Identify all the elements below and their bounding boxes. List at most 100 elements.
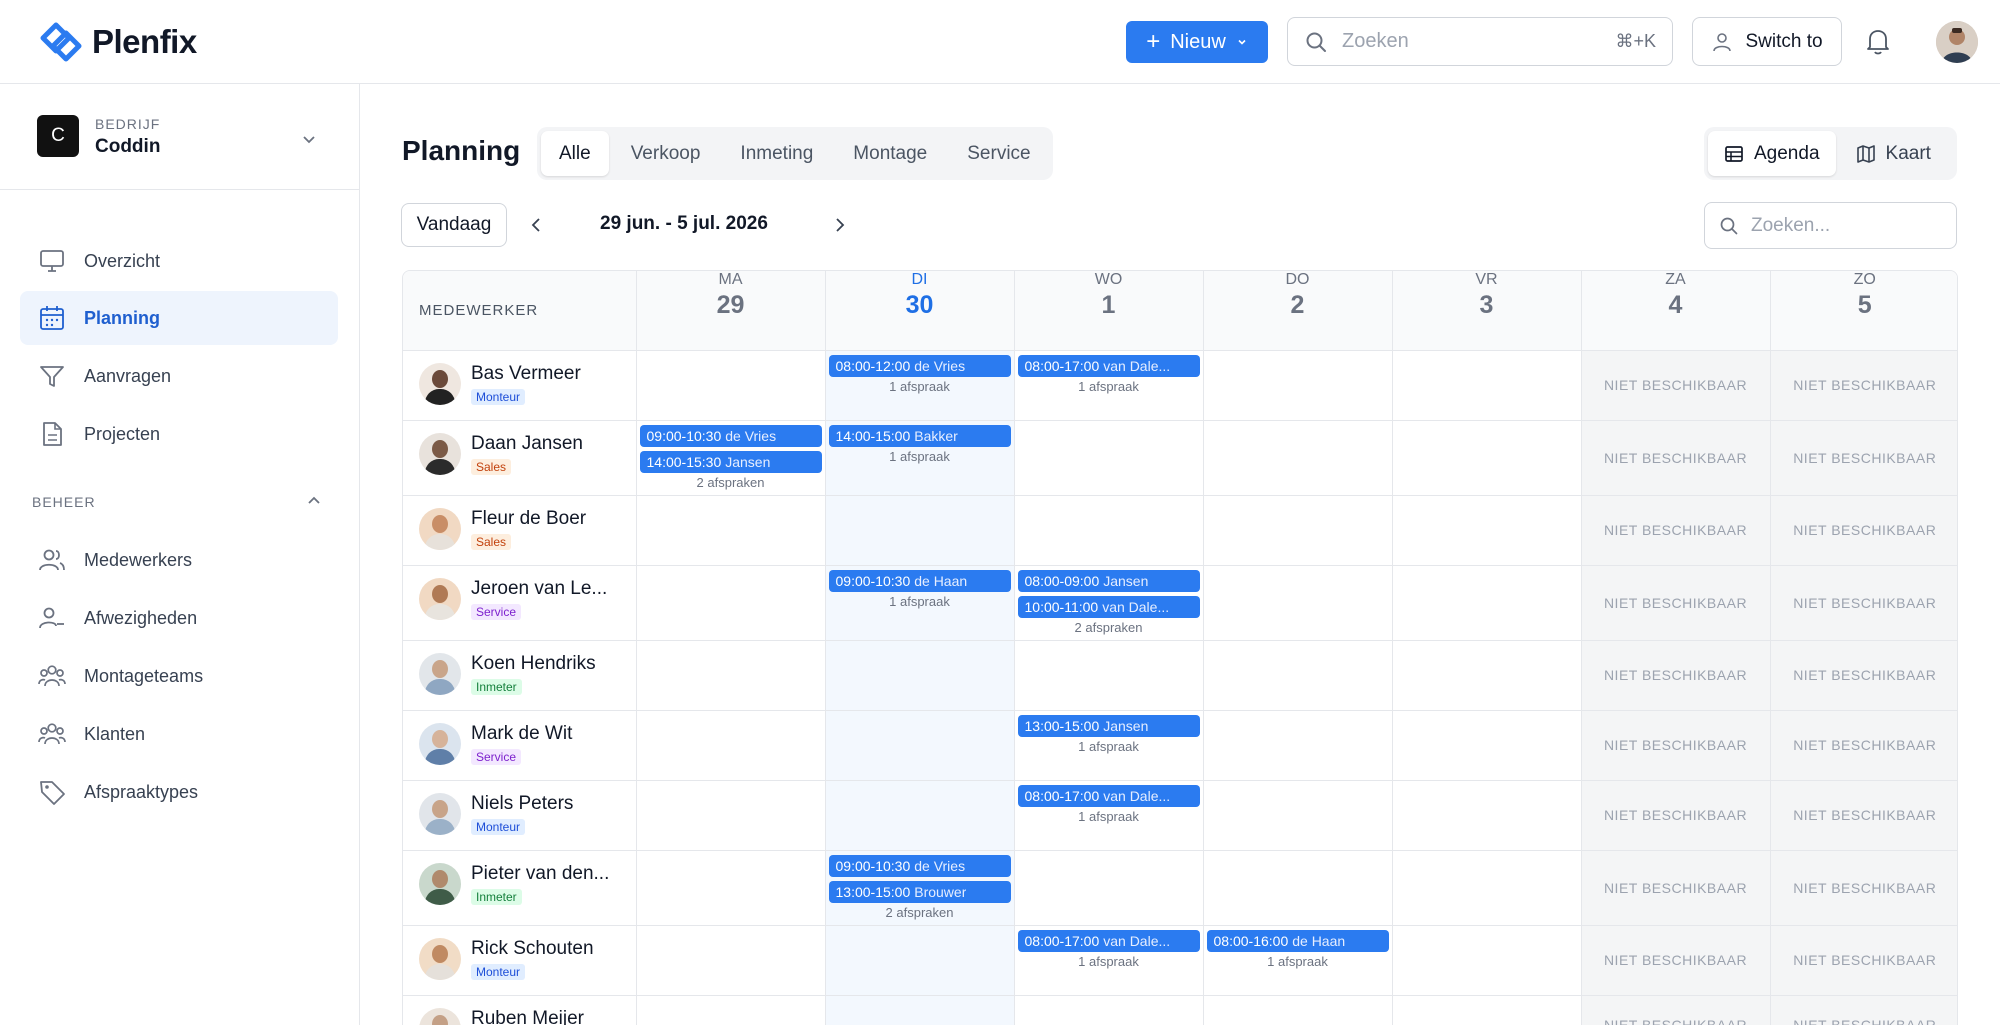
sidebar-item-planning[interactable]: Planning (20, 291, 338, 345)
day-cell[interactable] (1392, 640, 1582, 711)
day-cell[interactable] (1392, 780, 1582, 851)
sidebar-item-afspraaktypes[interactable]: Afspraaktypes (20, 765, 338, 819)
day-cell[interactable] (1014, 995, 1204, 1025)
day-cell[interactable] (1392, 565, 1582, 641)
day-cell[interactable]: 08:00-09:00 Jansen 10:00-11:00 van Dale... 2… (1014, 565, 1204, 641)
day-cell[interactable] (1203, 780, 1393, 851)
day-cell[interactable] (636, 495, 826, 566)
day-cell[interactable] (1203, 420, 1393, 496)
day-cell[interactable] (825, 640, 1015, 711)
sidebar-item-aanvragen[interactable]: Aanvragen (20, 349, 338, 403)
day-cell[interactable] (1203, 850, 1393, 926)
sidebar-item-klanten[interactable]: Klanten (20, 707, 338, 761)
day-cell[interactable] (1392, 710, 1582, 781)
day-cell[interactable] (825, 780, 1015, 851)
sidebar-item-projecten[interactable]: Projecten (20, 407, 338, 461)
day-cell[interactable] (636, 995, 826, 1025)
chevron-up-icon[interactable] (305, 492, 323, 510)
appointment-block[interactable]: 08:00-17:00 van Dale... (1017, 929, 1200, 952)
appointment-block[interactable]: 08:00-17:00 van Dale... (1017, 784, 1200, 807)
day-cell[interactable]: 08:00-16:00 de Haan 1 afspraak (1203, 925, 1393, 996)
day-cell[interactable]: 08:00-12:00 de Vries 1 afspraak (825, 350, 1015, 421)
day-cell[interactable]: 13:00-15:00 Jansen 1 afspraak (1014, 710, 1204, 781)
day-cell[interactable]: 14:00-15:00 Bakker 1 afspraak (825, 420, 1015, 496)
appointment-block[interactable]: 08:00-09:00 Jansen (1017, 569, 1200, 592)
day-cell[interactable]: 08:00-17:00 van Dale... 1 afspraak (1014, 780, 1204, 851)
sidebar-item-afwezigheden[interactable]: Afwezigheden (20, 591, 338, 645)
employee-cell[interactable]: Pieter van den... Inmeter (403, 850, 637, 926)
notifications-button[interactable] (1864, 26, 1892, 61)
company-switcher[interactable]: C BEDRIJF Coddin (0, 84, 359, 190)
appointment-block[interactable]: 08:00-17:00 van Dale... (1017, 354, 1200, 377)
employee-cell[interactable]: Mark de Wit Service (403, 710, 637, 781)
employee-cell[interactable]: Ruben Meijer (403, 995, 637, 1025)
employee-cell[interactable]: Jeroen van Le... Service (403, 565, 637, 641)
sidebar-item-medewerkers[interactable]: Medewerkers (20, 533, 338, 587)
employee-cell[interactable]: Bas Vermeer Monteur (403, 350, 637, 421)
day-cell[interactable] (1392, 995, 1582, 1025)
sidebar-item-montageteams[interactable]: Montageteams (20, 649, 338, 703)
day-cell[interactable]: 09:00-10:30 de Haan 1 afspraak (825, 565, 1015, 641)
day-cell[interactable] (1392, 495, 1582, 566)
day-cell[interactable] (636, 710, 826, 781)
employee-cell[interactable]: Rick Schouten Monteur (403, 925, 637, 996)
new-button[interactable]: + Nieuw (1126, 21, 1268, 63)
day-cell[interactable] (825, 710, 1015, 781)
day-cell[interactable]: 09:00-10:30 de Vries 13:00-15:00 Brouwer 2 a… (825, 850, 1015, 926)
day-cell[interactable] (1014, 640, 1204, 711)
appointment-block[interactable]: 09:00-10:30 de Haan (828, 569, 1011, 592)
planning-search-input[interactable]: Zoeken... (1704, 202, 1957, 249)
day-cell[interactable] (636, 780, 826, 851)
day-cell[interactable] (1203, 640, 1393, 711)
day-cell[interactable] (1203, 565, 1393, 641)
day-cell[interactable]: 08:00-17:00 van Dale... 1 afspraak (1014, 350, 1204, 421)
day-cell[interactable] (636, 850, 826, 926)
tab-service[interactable]: Service (949, 131, 1048, 176)
day-cell[interactable]: 09:00-10:30 de Vries 14:00-15:30 Jansen 2 af… (636, 420, 826, 496)
user-avatar[interactable] (1936, 21, 1978, 63)
employee-cell[interactable]: Daan Jansen Sales (403, 420, 637, 496)
appointment-block[interactable]: 13:00-15:00 Jansen (1017, 714, 1200, 737)
day-cell[interactable] (636, 350, 826, 421)
appointment-block[interactable]: 08:00-16:00 de Haan (1206, 929, 1389, 952)
day-cell[interactable] (636, 925, 826, 996)
day-cell[interactable] (1203, 495, 1393, 566)
day-cell[interactable] (1203, 710, 1393, 781)
switch-to-button[interactable]: Switch to (1692, 17, 1842, 66)
day-cell[interactable] (1392, 850, 1582, 926)
sidebar-item-overzicht[interactable]: Overzicht (20, 234, 338, 288)
tab-alle[interactable]: Alle (541, 131, 609, 176)
day-cell[interactable] (1392, 925, 1582, 996)
day-cell[interactable] (1203, 995, 1393, 1025)
employee-cell[interactable]: Koen Hendriks Inmeter (403, 640, 637, 711)
appointment-block[interactable]: 13:00-15:00 Brouwer (828, 880, 1011, 903)
app-logo[interactable]: Plenfix (40, 22, 197, 62)
global-search-input[interactable]: Zoeken ⌘+K (1287, 17, 1673, 66)
employee-cell[interactable]: Fleur de Boer Sales (403, 495, 637, 566)
chevron-right-icon[interactable] (830, 214, 850, 236)
appointment-block[interactable]: 09:00-10:30 de Vries (828, 854, 1011, 877)
today-button[interactable]: Vandaag (401, 203, 507, 247)
view-agenda-button[interactable]: Agenda (1708, 131, 1836, 176)
appointment-block[interactable]: 09:00-10:30 de Vries (639, 424, 822, 447)
day-cell[interactable] (1014, 420, 1204, 496)
tab-inmeting[interactable]: Inmeting (722, 131, 831, 176)
day-cell[interactable] (1014, 495, 1204, 566)
day-cell[interactable] (1203, 350, 1393, 421)
tab-verkoop[interactable]: Verkoop (613, 131, 719, 176)
appointment-block[interactable]: 14:00-15:30 Jansen (639, 450, 822, 473)
day-cell[interactable] (636, 640, 826, 711)
view-kaart-button[interactable]: Kaart (1840, 131, 1947, 176)
day-cell[interactable] (825, 495, 1015, 566)
chevron-left-icon[interactable] (526, 214, 546, 236)
day-cell[interactable] (825, 995, 1015, 1025)
employee-cell[interactable]: Niels Peters Monteur (403, 780, 637, 851)
day-cell[interactable] (636, 565, 826, 641)
day-cell[interactable] (825, 925, 1015, 996)
appointment-block[interactable]: 10:00-11:00 van Dale... (1017, 595, 1200, 618)
day-cell[interactable] (1392, 350, 1582, 421)
day-cell[interactable]: 08:00-17:00 van Dale... 1 afspraak (1014, 925, 1204, 996)
tab-montage[interactable]: Montage (835, 131, 945, 176)
appointment-block[interactable]: 08:00-12:00 de Vries (828, 354, 1011, 377)
day-cell[interactable] (1014, 850, 1204, 926)
